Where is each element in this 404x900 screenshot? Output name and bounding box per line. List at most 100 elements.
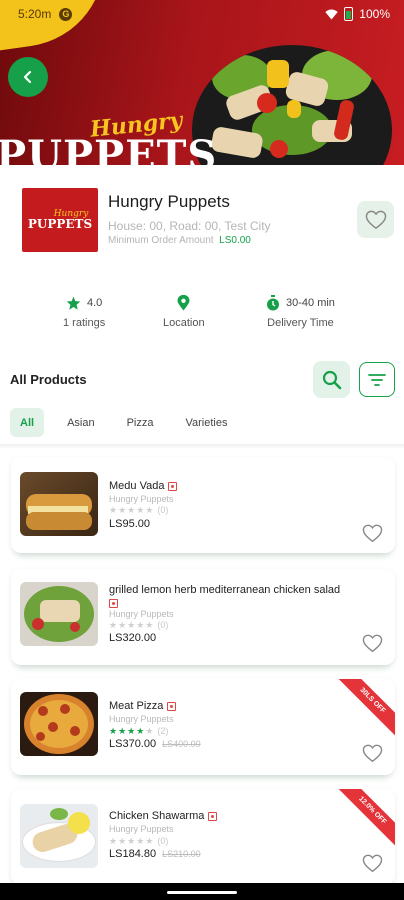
- star-icon: ★: [109, 726, 119, 736]
- product-favorite-button[interactable]: [361, 632, 383, 654]
- product-card[interactable]: 30LS OFF Meat Pizza Hungry Puppets ★★★★★…: [11, 679, 395, 775]
- rating-count: (2): [157, 726, 169, 736]
- wifi-icon: [325, 9, 338, 19]
- banner-puppets-text: PUPPETS: [0, 132, 218, 165]
- non-veg-icon: [109, 599, 118, 609]
- product-image: [20, 692, 98, 756]
- restaurant-logo: Hungry PUPPETS: [22, 188, 98, 252]
- star-icon: ★: [127, 620, 137, 630]
- product-card[interactable]: 12.0% OFF Chicken Shawarma Hungry Puppet…: [11, 789, 395, 885]
- heart-icon: [362, 744, 382, 762]
- back-button[interactable]: [8, 57, 48, 97]
- star-icon: ★: [109, 620, 119, 630]
- product-price: LS184.80 LS210.00: [109, 848, 201, 860]
- product-shop: Hungry Puppets: [109, 714, 174, 724]
- status-bar: 5:20m G 100%: [0, 0, 404, 28]
- product-shop: Hungry Puppets: [109, 824, 174, 834]
- back-arrow-icon: [23, 70, 32, 84]
- star-icon: ★: [136, 620, 146, 630]
- status-time: 5:20m: [18, 7, 52, 21]
- star-icon: ★: [145, 505, 155, 515]
- min-order-value: LS0.00: [219, 235, 251, 246]
- star-icon: ★: [145, 726, 155, 736]
- product-price: LS370.00 LS400.00: [109, 738, 201, 750]
- restaurant-address: House: 00, Road: 00, Test City: [108, 219, 271, 233]
- tab-varieties[interactable]: Varieties: [177, 408, 237, 437]
- product-name: Medu Vada: [109, 480, 178, 492]
- product-card[interactable]: grilled lemon herb mediterranean chicken…: [11, 569, 395, 665]
- product-favorite-button[interactable]: [361, 742, 383, 764]
- delivery-time-value: 30-40 min: [286, 297, 335, 309]
- product-price: LS95.00: [109, 518, 150, 530]
- product-rating: ★★★★★ (2): [109, 726, 168, 737]
- star-icon: ★: [136, 726, 146, 736]
- product-old-price: LS400.00: [162, 739, 201, 749]
- star-icon: [66, 296, 81, 310]
- system-navigation-bar: [0, 883, 404, 900]
- restaurant-favorite-button[interactable]: [357, 201, 394, 238]
- product-old-price: LS210.00: [162, 849, 201, 859]
- star-icon: ★: [136, 505, 146, 515]
- discount-badge: 12.0% OFF: [334, 789, 395, 849]
- rating-stat: 4.0 1 ratings: [63, 294, 105, 329]
- delivery-time-stat: 30-40 min Delivery Time: [266, 294, 335, 329]
- category-tabs: All Asian Pizza Varieties: [10, 408, 250, 437]
- delivery-time-label: Delivery Time: [267, 317, 334, 329]
- star-icon: ★: [109, 836, 119, 846]
- google-icon: G: [59, 7, 73, 21]
- star-icon: ★: [127, 836, 137, 846]
- product-favorite-button[interactable]: [361, 522, 383, 544]
- heart-icon: [362, 634, 382, 652]
- heart-icon: [365, 210, 386, 229]
- product-name: grilled lemon herb mediterranean chicken…: [109, 584, 379, 609]
- tab-pizza[interactable]: Pizza: [118, 408, 163, 437]
- filter-icon: [368, 373, 386, 386]
- product-rating: ★★★★★ (0): [109, 836, 168, 847]
- product-image: [20, 804, 98, 868]
- banner-food-image: [192, 45, 392, 165]
- product-image: [20, 472, 98, 536]
- product-name: Chicken Shawarma: [109, 810, 218, 822]
- rating-count: (0): [157, 836, 169, 846]
- star-icon: ★: [109, 505, 119, 515]
- restaurant-banner: Hungry PUPPETS 5:20m G 100%: [0, 0, 404, 165]
- search-button[interactable]: [313, 361, 350, 398]
- star-icon: ★: [136, 836, 146, 846]
- star-icon: ★: [118, 726, 128, 736]
- battery-icon: [344, 7, 354, 21]
- all-products-title: All Products: [10, 372, 87, 387]
- product-shop: Hungry Puppets: [109, 494, 174, 504]
- home-gesture-pill[interactable]: [167, 891, 237, 894]
- restaurant-info: Hungry PUPPETS Hungry Puppets House: 00,…: [0, 165, 404, 260]
- tab-asian[interactable]: Asian: [58, 408, 104, 437]
- product-rating: ★★★★★ (0): [109, 505, 168, 516]
- star-icon: ★: [145, 836, 155, 846]
- minimum-order: Minimum Order Amount LS0.00: [108, 235, 251, 246]
- star-icon: ★: [127, 505, 137, 515]
- star-icon: ★: [118, 505, 128, 515]
- non-veg-icon: [208, 811, 218, 821]
- location-label: Location: [163, 317, 205, 329]
- min-order-label: Minimum Order Amount: [108, 235, 214, 246]
- product-shop: Hungry Puppets: [109, 609, 174, 619]
- star-icon: ★: [145, 620, 155, 630]
- filter-button[interactable]: [359, 362, 395, 397]
- product-name: Meat Pizza: [109, 700, 177, 712]
- product-price: LS320.00: [109, 632, 157, 644]
- star-icon: ★: [118, 836, 128, 846]
- product-card[interactable]: Medu Vada Hungry Puppets ★★★★★ (0) LS95.0…: [11, 457, 395, 553]
- heart-icon: [362, 854, 382, 872]
- battery-level: 100%: [359, 7, 390, 21]
- location-pin-icon: [177, 295, 190, 311]
- location-stat[interactable]: Location: [163, 294, 205, 329]
- rating-count: (0): [157, 620, 169, 630]
- tab-all[interactable]: All: [10, 408, 45, 437]
- non-veg-icon: [168, 481, 178, 491]
- section-divider: [0, 444, 404, 448]
- product-image: [20, 582, 98, 646]
- product-favorite-button[interactable]: [361, 852, 383, 874]
- stopwatch-icon: [267, 295, 279, 311]
- restaurant-name: Hungry Puppets: [108, 192, 230, 211]
- rating-count: (0): [157, 505, 169, 515]
- star-icon: ★: [127, 726, 137, 736]
